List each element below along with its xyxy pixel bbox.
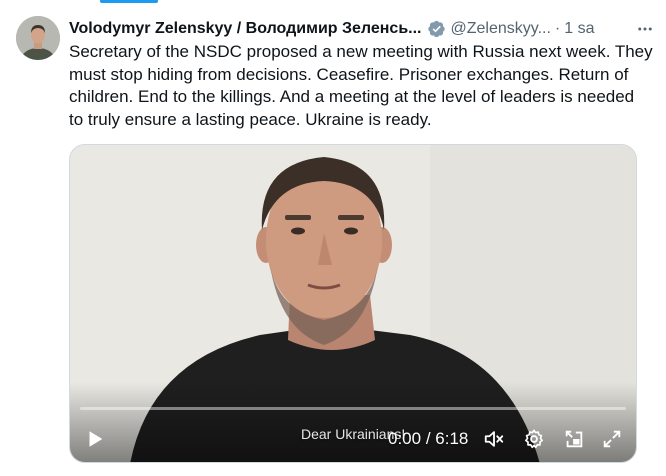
- active-tab-indicator: [100, 0, 158, 3]
- separator-dot: ·: [554, 20, 561, 37]
- user-handle[interactable]: @Zelenskyy...: [451, 20, 551, 38]
- picture-in-picture-icon[interactable]: [563, 428, 585, 450]
- video-player[interactable]: Dear Ukrainians! 0:00 / 6:18: [69, 144, 637, 463]
- current-time: 0:00: [388, 429, 422, 448]
- play-icon[interactable]: [84, 428, 106, 450]
- time-separator: /: [421, 429, 436, 448]
- video-time-readout: 0:00 / 6:18: [388, 429, 468, 449]
- display-name[interactable]: Volodymyr Zelenskyy / Володимир Зеленсь.…: [69, 20, 422, 38]
- avatar[interactable]: [16, 16, 60, 60]
- tweet-body: Secretary of the NSDC proposed a new mee…: [69, 42, 653, 129]
- verified-badge-icon: [427, 20, 445, 38]
- more-options-icon[interactable]: [636, 20, 654, 38]
- tweet-header: Volodymyr Zelenskyy / Володимир Зеленсь.…: [69, 17, 654, 41]
- gear-icon[interactable]: [523, 428, 545, 450]
- avatar-image: [16, 16, 60, 60]
- timestamp[interactable]: 1 sa: [564, 20, 594, 38]
- muted-speaker-icon[interactable]: [483, 428, 505, 450]
- fullscreen-icon[interactable]: [601, 428, 623, 450]
- video-duration: 6:18: [435, 429, 469, 448]
- controls-overlay: [70, 382, 636, 462]
- tweet-text: Secretary of the NSDC proposed a new mee…: [69, 41, 653, 131]
- video-progress-bar[interactable]: [80, 407, 626, 410]
